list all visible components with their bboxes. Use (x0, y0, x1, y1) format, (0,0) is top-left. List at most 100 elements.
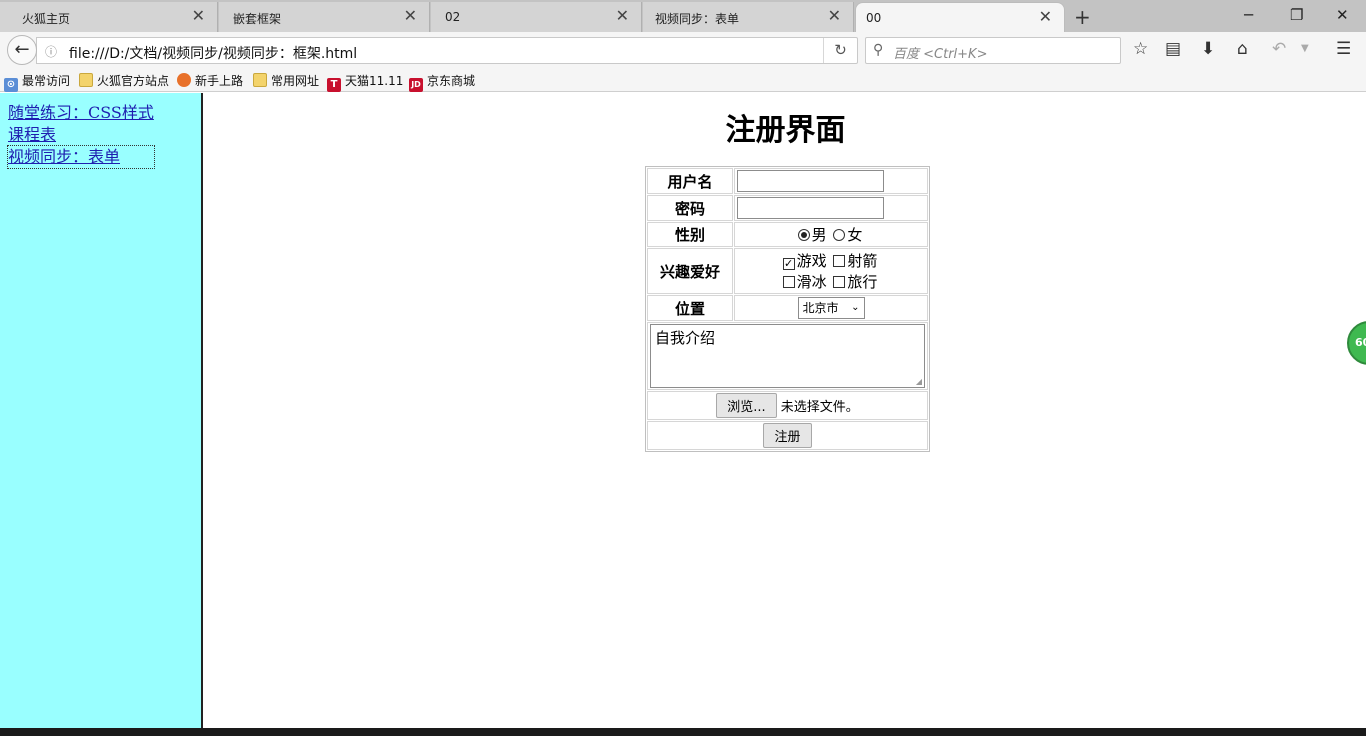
bookmark-label: 火狐官方站点 (97, 74, 170, 88)
form-row-gender: 性别 男 女 (647, 222, 928, 247)
minimize-button[interactable]: ─ (1244, 6, 1253, 24)
password-input[interactable] (737, 197, 884, 219)
download-icon[interactable]: ⬇ (1201, 39, 1215, 59)
register-button[interactable]: 注册 (763, 423, 812, 448)
left-nav-links: 随堂练习：CSS样式 课程表 视频同步：表单 (7, 102, 155, 169)
folder-icon (253, 73, 267, 87)
bookmark-label: 京东商城 (427, 74, 476, 88)
bookmark-tmall[interactable]: T 天猫11.11 (327, 72, 403, 92)
reload-icon[interactable]: ↻ (823, 38, 857, 63)
menu-icon[interactable]: ☰ (1336, 39, 1351, 59)
bookmark-label: 最常访问 (22, 74, 71, 88)
bookmark-common-sites[interactable]: 常用网址 (253, 72, 319, 89)
search-placeholder: 百度 <Ctrl+K> (893, 47, 988, 62)
hobby-travel-checkbox[interactable] (833, 276, 846, 288)
bookmarks-bar: ⊙ 最常访问 火狐官方站点 新手上路 常用网址 T 天猫11.11 JD 京东商城 (0, 68, 1366, 92)
reading-list-icon[interactable]: ▤ (1165, 39, 1181, 59)
link-video-form[interactable]: 视频同步：表单 (7, 145, 155, 169)
taskbar (0, 728, 1366, 736)
gender-male-label: 男 (811, 226, 827, 244)
gender-female-radio[interactable] (833, 229, 846, 241)
new-tab-button[interactable]: + (1074, 5, 1091, 29)
right-frame: 注册界面 用户名 密码 性别 男 女 兴趣爱好 ✓ 游戏 射箭 滑冰 旅行 位置… (205, 93, 1366, 728)
browse-button[interactable]: 浏览... (716, 393, 777, 418)
navigation-bar: ⓘ file:///D:/文档/视频同步/视频同步：框架.html ↻ ← ⚲ … (0, 32, 1366, 68)
hobby-gaming-checkbox[interactable]: ✓ (782, 258, 795, 270)
hobby-skating-checkbox[interactable] (782, 276, 795, 288)
restore-button[interactable]: ❐ (1290, 6, 1303, 24)
jd-icon: JD (409, 78, 423, 92)
intro-cell: 自我介绍 ◢ (647, 322, 928, 390)
submit-cell: 注册 (647, 421, 928, 450)
url-bar[interactable]: ⓘ file:///D:/文档/视频同步/视频同步：框架.html ↻ (36, 37, 858, 64)
gender-cell: 男 女 (734, 222, 928, 247)
form-row-location: 位置 北京市 ⌄ (647, 295, 928, 321)
bookmark-most-visited[interactable]: ⊙ 最常访问 (4, 72, 70, 92)
tab-label: 02 (445, 10, 461, 24)
password-label: 密码 (647, 195, 733, 221)
bookmark-firefox-official[interactable]: 火狐官方站点 (79, 72, 169, 89)
location-label: 位置 (647, 295, 733, 321)
most-visited-icon: ⊙ (4, 78, 18, 92)
bookmark-star-icon[interactable]: ☆ (1133, 39, 1148, 59)
link-css-practice[interactable]: 随堂练习：CSS样式 (8, 102, 154, 124)
undo-icon[interactable]: ↶ (1272, 39, 1286, 59)
form-row-submit: 注册 (647, 421, 928, 450)
file-status: 未选择文件。 (780, 400, 859, 415)
hobbies-label: 兴趣爱好 (647, 248, 733, 294)
tab-02[interactable]: 02 ✕ (431, 2, 642, 32)
location-select[interactable]: 北京市 ⌄ (797, 297, 865, 319)
bookmark-label: 常用网址 (271, 74, 320, 88)
close-icon[interactable]: ✕ (1039, 9, 1052, 25)
close-icon[interactable]: ✕ (616, 8, 629, 24)
username-cell (734, 168, 928, 194)
bookmark-jd[interactable]: JD 京东商城 (409, 72, 475, 92)
close-icon[interactable]: ✕ (192, 8, 205, 24)
page-title: 注册界面 (725, 113, 846, 148)
bookmark-label: 天猫11.11 (345, 74, 404, 88)
firefox-icon (177, 73, 191, 87)
username-input[interactable] (737, 170, 884, 192)
search-icon: ⚲ (873, 42, 884, 58)
tab-00-active[interactable]: 00 ✕ (855, 2, 1065, 32)
tab-nested-frames[interactable]: 嵌套框架 ✕ (219, 2, 430, 32)
folder-icon (79, 73, 93, 87)
form-row-hobbies: 兴趣爱好 ✓ 游戏 射箭 滑冰 旅行 (647, 248, 928, 294)
chevron-down-icon[interactable]: ▼ (1301, 43, 1309, 54)
form-row-username: 用户名 (647, 168, 928, 194)
tab-firefox-home[interactable]: 火狐主页 ✕ (0, 2, 218, 32)
hobby-archery-checkbox[interactable] (833, 255, 846, 267)
hobby-label: 滑冰 (796, 273, 827, 291)
form-row-password: 密码 (647, 195, 928, 221)
close-window-button[interactable]: ✕ (1336, 6, 1349, 24)
link-course-schedule[interactable]: 课程表 (8, 124, 154, 146)
back-arrow-icon[interactable]: ← (7, 35, 37, 65)
password-cell (734, 195, 928, 221)
hobby-label: 射箭 (847, 252, 878, 270)
hobby-label: 旅行 (847, 273, 878, 291)
gender-male-radio[interactable] (797, 229, 810, 241)
left-frame: 随堂练习：CSS样式 课程表 视频同步：表单 (0, 93, 203, 728)
tab-video-form[interactable]: 视频同步：表单 ✕ (643, 2, 854, 32)
hobby-label: 游戏 (796, 252, 827, 270)
tab-label: 00 (866, 11, 882, 25)
tab-label: 嵌套框架 (233, 12, 282, 26)
hobbies-line-1: ✓ 游戏 射箭 (737, 250, 925, 271)
intro-text: 自我介绍 (655, 329, 716, 347)
tab-label: 视频同步：表单 (655, 12, 740, 26)
gender-female-label: 女 (847, 226, 863, 244)
file-cell: 浏览... 未选择文件。 (647, 391, 928, 420)
home-icon[interactable]: ⌂ (1237, 39, 1248, 59)
close-icon[interactable]: ✕ (828, 8, 841, 24)
bookmark-getting-started[interactable]: 新手上路 (177, 72, 243, 89)
hobbies-line-2: 滑冰 旅行 (737, 271, 925, 292)
chevron-down-icon: ⌄ (851, 302, 860, 313)
bookmark-label: 新手上路 (195, 74, 244, 88)
info-icon[interactable]: ⓘ (45, 43, 57, 60)
username-label: 用户名 (647, 168, 733, 194)
location-selected-value: 北京市 (802, 301, 839, 315)
intro-textarea[interactable]: 自我介绍 ◢ (650, 324, 925, 388)
resize-grip-icon[interactable]: ◢ (916, 377, 922, 386)
search-input[interactable]: ⚲ 百度 <Ctrl+K> (865, 37, 1121, 64)
close-icon[interactable]: ✕ (404, 8, 417, 24)
